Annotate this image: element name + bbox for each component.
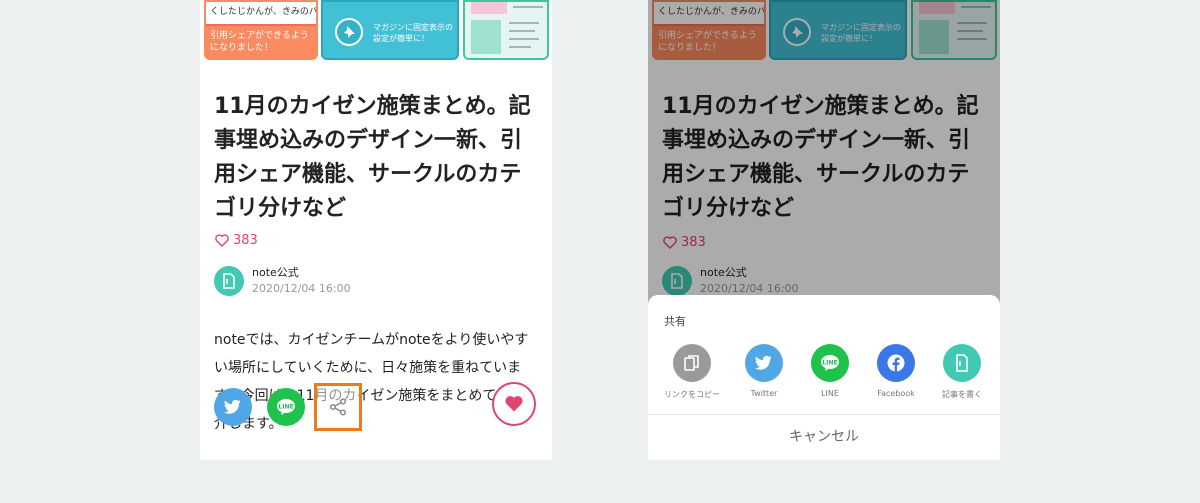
pin-icon [335, 18, 363, 46]
twitter-option[interactable]: Twitter [730, 344, 798, 398]
copy-icon [673, 344, 711, 382]
avatar[interactable] [214, 266, 244, 296]
heart-outline-icon [215, 234, 229, 247]
facebook-option[interactable]: Facebook [862, 344, 930, 398]
thumbnail-line [509, 38, 539, 40]
thumbnail-caption: 引用シェアができるようになりました！ [210, 31, 309, 53]
twitter-icon [224, 399, 241, 414]
svg-text:LINE: LINE [822, 360, 837, 367]
thumbnail-line [509, 46, 531, 48]
note-icon [943, 344, 981, 382]
thumbnail-magazine[interactable]: マガジンに固定表示の設定が簡単に！ [321, 0, 459, 60]
write-article-option[interactable]: 記事を書く [928, 344, 996, 400]
share-sheet: 共有 リンクをコピー Twitter LINE LINE Facebook 記事… [648, 295, 1000, 460]
thumbnail-block [471, 20, 501, 54]
share-sheet-title: 共有 [664, 315, 686, 328]
thumbnail-caption: マガジンに固定表示の設定が簡単に！ [373, 23, 453, 43]
thumbnail-text: くしたじかんが、きみのバラ [210, 7, 318, 17]
cancel-button[interactable]: キャンセル [648, 415, 1000, 460]
copy-link-label: リンクをコピー [664, 390, 720, 399]
copy-link-option[interactable]: リンクをコピー [658, 344, 726, 400]
heart-icon [505, 396, 523, 412]
thumbnail-strip: くしたじかんが、きみのバラ 引用シェアができるようになりました！ マガジンに固定… [200, 0, 552, 62]
svg-text:LINE: LINE [278, 404, 293, 411]
thumbnail-line [509, 30, 535, 32]
line-icon: LINE [277, 399, 295, 415]
thumbnail-quote-share[interactable]: くしたじかんが、きみのバラ 引用シェアができるようになりました！ [204, 0, 318, 60]
like-count-value: 383 [233, 233, 258, 248]
facebook-label: Facebook [877, 389, 915, 398]
write-article-label: 記事を書く [942, 390, 982, 399]
publish-date: 2020/12/04 16:00 [252, 282, 351, 295]
line-option[interactable]: LINE LINE [796, 344, 864, 398]
like-count[interactable]: 383 [215, 233, 258, 248]
line-label: LINE [821, 389, 839, 398]
thumbnail-line [513, 6, 543, 8]
twitter-icon [745, 344, 783, 382]
article-screen-share-open: くしたじかんが、きみのバラ 引用シェアができるようになりました！ マガジンに固定… [648, 0, 1000, 460]
twitter-share-button[interactable] [214, 388, 252, 426]
like-button[interactable] [492, 382, 536, 426]
author-name: note公式 [252, 266, 299, 279]
note-icon [223, 273, 235, 289]
line-share-button[interactable]: LINE [267, 388, 305, 426]
share-button[interactable] [314, 383, 362, 431]
twitter-label: Twitter [750, 389, 778, 398]
facebook-icon [877, 344, 915, 382]
article-title[interactable]: 11月のカイゼン施策まとめ。記事埋め込みのデザイン一新、引用シェア機能、サークル… [214, 90, 534, 226]
thumbnail-line [509, 22, 539, 24]
thumbnail-circle[interactable] [463, 0, 549, 60]
article-screen: くしたじかんが、きみのバラ 引用シェアができるようになりました！ マガジンに固定… [200, 0, 552, 460]
article-body: noteでは、カイゼンチームがnoteをより使いやすい場所にしていくために、日々… [214, 332, 529, 432]
thumbnail-bar [471, 2, 507, 14]
share-icon [329, 398, 347, 416]
author-info[interactable]: note公式 2020/12/04 16:00 [214, 266, 351, 296]
line-icon: LINE [811, 344, 849, 382]
